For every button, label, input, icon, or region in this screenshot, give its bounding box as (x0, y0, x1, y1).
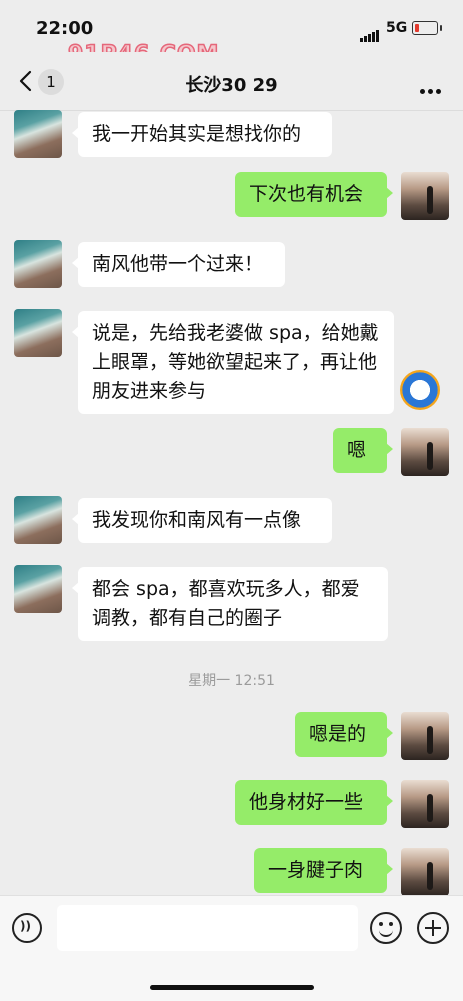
message-bubble-outgoing[interactable]: 下次也有机会 (235, 172, 393, 217)
message-bubble-incoming[interactable]: 我发现你和南风有一点像 (72, 498, 332, 543)
emoji-icon[interactable] (370, 912, 402, 944)
contact-avatar[interactable] (14, 309, 62, 357)
floating-app-icon[interactable] (400, 370, 440, 410)
network-type: 5G (386, 20, 408, 36)
message-bubble-outgoing[interactable]: 嗯 (333, 428, 393, 473)
signal-icon (360, 23, 380, 42)
voice-input-icon[interactable] (12, 913, 42, 943)
my-avatar[interactable] (401, 172, 449, 220)
message-bubble-incoming[interactable]: 都会 spa，都喜欢玩多人，都爱调教，都有自己的圈子 (72, 567, 388, 641)
my-avatar[interactable] (401, 428, 449, 476)
message-bubble-incoming[interactable]: 我一开始其实是想找你的 (72, 112, 332, 157)
message-bubble-outgoing[interactable]: 嗯是的 (295, 712, 393, 757)
chat-header: 1 长沙30 29 (0, 52, 463, 111)
message-timestamp: 星期一 12:51 (188, 673, 275, 689)
message-bubble-outgoing[interactable]: 他身材好一些 (235, 780, 393, 825)
contact-avatar[interactable] (14, 110, 62, 158)
my-avatar[interactable] (401, 780, 449, 828)
message-input[interactable] (57, 905, 358, 951)
contact-avatar[interactable] (14, 565, 62, 613)
chat-title: 长沙30 29 (185, 75, 278, 96)
contact-avatar[interactable] (14, 240, 62, 288)
add-more-icon[interactable] (417, 912, 449, 944)
contact-avatar[interactable] (14, 496, 62, 544)
message-bubble-outgoing[interactable]: 一身腱子肉 (254, 848, 393, 893)
my-avatar[interactable] (401, 848, 449, 895)
battery-icon (412, 21, 442, 35)
message-bubble-incoming[interactable]: 说是，先给我老婆做 spa，给她戴上眼罩，等她欲望起来了，再让他朋友进来参与 (72, 311, 394, 414)
home-indicator (150, 985, 314, 990)
my-avatar[interactable] (401, 712, 449, 760)
more-options-icon[interactable] (417, 79, 441, 98)
status-time: 22:00 (36, 18, 94, 39)
message-bubble-incoming[interactable]: 南风他带一个过来！ (72, 242, 285, 287)
message-list[interactable]: 我一开始其实是想找你的 下次也有机会 南风他带一个过来！ 说是，先给我老婆做 s… (0, 110, 463, 895)
